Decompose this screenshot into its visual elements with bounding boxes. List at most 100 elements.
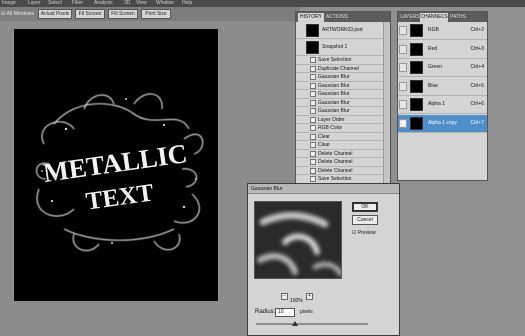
history-state[interactable]: RGB Color bbox=[296, 124, 383, 133]
channel-shortcut: Ctrl+7 bbox=[470, 119, 484, 126]
history-tabs: HISTORY ACTIONS bbox=[296, 12, 390, 22]
all-windows-label: All Windows bbox=[6, 11, 34, 17]
channel-name: Green bbox=[428, 64, 442, 70]
channel-thumbnail bbox=[410, 116, 423, 130]
eye-icon[interactable] bbox=[399, 26, 407, 35]
channel-shortcut: Ctrl+6 bbox=[470, 101, 484, 107]
channel-row[interactable]: Green Ctrl+4 bbox=[398, 59, 487, 77]
zoom-level: 100% bbox=[290, 298, 303, 304]
tab-layers[interactable]: LAYERS bbox=[400, 13, 420, 22]
menu-help[interactable]: Help bbox=[182, 0, 192, 7]
snapshot-label: Snapshot 1 bbox=[322, 44, 348, 50]
channel-row[interactable]: Alpha 1 Ctrl+6 bbox=[398, 96, 487, 114]
snapshot-thumbnail bbox=[306, 41, 319, 54]
eye-icon[interactable]: 👁 bbox=[399, 118, 407, 128]
eye-icon[interactable] bbox=[399, 63, 407, 72]
channel-name: Red bbox=[428, 45, 438, 52]
channels-panel: LAYERS CHANNELS PATHS RGB Ctrl+2 Red Ctrl+3… bbox=[397, 11, 488, 181]
preview-image bbox=[255, 202, 341, 278]
dialog-title: Gaussian Blur bbox=[248, 184, 399, 194]
eye-icon[interactable] bbox=[399, 81, 407, 91]
menu-analysis[interactable]: Analysis bbox=[94, 0, 113, 7]
menu-view[interactable]: View bbox=[136, 0, 147, 7]
menu-3d[interactable]: 3D bbox=[124, 0, 130, 7]
history-state-icon bbox=[310, 57, 316, 63]
actual-pixels-button[interactable]: Actual Pixels bbox=[38, 9, 72, 19]
history-state[interactable]: Delete Channel bbox=[296, 167, 383, 175]
history-state-icon bbox=[310, 125, 316, 131]
blur-preview[interactable] bbox=[254, 201, 342, 279]
menu-bar: Image Layer Select Filter Analysis 3D Vi… bbox=[0, 0, 525, 7]
eye-icon[interactable] bbox=[399, 44, 407, 54]
history-snapshot[interactable]: ARTWORK03.psd bbox=[296, 22, 383, 39]
history-state-icon bbox=[310, 176, 316, 182]
tab-actions[interactable]: ACTIONS bbox=[324, 13, 350, 22]
history-state-icon bbox=[310, 108, 316, 114]
menu-layer[interactable]: Layer bbox=[28, 0, 41, 7]
cancel-button[interactable]: Cancel bbox=[352, 215, 378, 225]
history-state-label: Gaussian Blur bbox=[318, 74, 350, 80]
radius-label: Radius: bbox=[255, 309, 276, 315]
history-list: ARTWORK03.psd Snapshot 1 Save Selection Dup… bbox=[296, 22, 383, 192]
radius-slider-knob[interactable] bbox=[292, 321, 298, 326]
history-state-icon bbox=[310, 91, 316, 97]
history-snapshot[interactable]: Snapshot 1 bbox=[296, 39, 383, 56]
history-state-label: Gaussian Blur bbox=[318, 91, 350, 97]
channel-name: RGB bbox=[428, 27, 439, 33]
history-state[interactable]: Gaussian Blur bbox=[296, 82, 383, 90]
history-state[interactable]: Save Selection bbox=[296, 56, 383, 65]
history-state[interactable]: Gaussian Blur bbox=[296, 90, 383, 99]
zoom-out-button[interactable]: − bbox=[281, 293, 288, 300]
channel-list: RGB Ctrl+2 Red Ctrl+3 Green Ctrl+4 Blue Ctrl+5 A… bbox=[398, 22, 487, 180]
zoom-in-button[interactable]: + bbox=[306, 293, 313, 300]
channel-shortcut: Ctrl+3 bbox=[470, 45, 484, 52]
history-state-label: Gaussian Blur bbox=[318, 108, 350, 114]
history-state[interactable]: Layer Order bbox=[296, 116, 383, 124]
fill-screen-button[interactable]: Fill Screen bbox=[108, 9, 138, 19]
history-state[interactable]: Delete Channel bbox=[296, 158, 383, 167]
radius-input[interactable]: 10 bbox=[275, 308, 295, 317]
eye-icon[interactable] bbox=[399, 100, 407, 109]
tab-history[interactable]: HISTORY bbox=[298, 13, 324, 22]
tab-paths[interactable]: PATHS bbox=[448, 13, 468, 22]
channel-thumbnail bbox=[410, 79, 423, 93]
history-scrollbar[interactable] bbox=[383, 22, 390, 185]
channels-tabs: LAYERS CHANNELS PATHS bbox=[398, 12, 487, 22]
menu-window[interactable]: Window bbox=[156, 0, 174, 7]
radius-slider-track[interactable] bbox=[256, 323, 368, 325]
tab-channels[interactable]: CHANNELS bbox=[420, 13, 448, 22]
preview-checkbox[interactable]: ☑ Preview bbox=[352, 230, 376, 237]
ok-button[interactable]: OK bbox=[352, 202, 378, 212]
document-canvas[interactable]: METALLIC TEXT bbox=[14, 29, 218, 301]
channel-name: Alpha 1 bbox=[428, 101, 445, 107]
snapshot-label: ARTWORK03.psd bbox=[322, 27, 363, 33]
history-state[interactable]: Clear bbox=[296, 141, 383, 150]
history-state[interactable]: Clear bbox=[296, 133, 383, 141]
menu-select[interactable]: Select bbox=[48, 0, 62, 7]
history-state-icon bbox=[310, 99, 316, 106]
all-windows-checkbox[interactable]: ☑ All Windows bbox=[1, 11, 34, 17]
channel-shortcut: Ctrl+2 bbox=[470, 27, 484, 33]
menu-filter[interactable]: Filter bbox=[72, 0, 83, 7]
history-state-label: Layer Order bbox=[318, 116, 345, 123]
history-state-icon bbox=[310, 159, 316, 165]
channel-row[interactable]: RGB Ctrl+2 bbox=[398, 22, 487, 40]
history-state[interactable]: Duplicate Channel bbox=[296, 65, 383, 73]
channel-row[interactable]: Red Ctrl+3 bbox=[398, 41, 487, 59]
history-state[interactable]: Gaussian Blur bbox=[296, 107, 383, 116]
history-panel: HISTORY ACTIONS ARTWORK03.psd Snapshot 1 S… bbox=[295, 11, 391, 192]
history-state[interactable]: Gaussian Blur bbox=[296, 99, 383, 107]
artwork-line-metallic: METALLIC bbox=[41, 138, 189, 188]
print-size-button[interactable]: Print Size bbox=[141, 9, 171, 19]
history-state-label: Delete Channel bbox=[318, 159, 353, 165]
history-state[interactable]: Gaussian Blur bbox=[296, 73, 383, 82]
channel-row[interactable]: Blue Ctrl+5 bbox=[398, 78, 487, 96]
history-state-icon bbox=[310, 150, 316, 157]
history-state[interactable]: Delete Channel bbox=[296, 150, 383, 158]
options-bar: ☑ All Windows Actual Pixels Fit Screen F… bbox=[0, 7, 300, 21]
channel-row[interactable]: 👁 Alpha 1 copy Ctrl+7 bbox=[398, 114, 487, 133]
fit-screen-button[interactable]: Fit Screen bbox=[75, 9, 105, 19]
menu-image[interactable]: Image bbox=[2, 0, 16, 7]
channel-thumbnail bbox=[410, 42, 423, 56]
metallic-text-artwork: METALLIC TEXT bbox=[36, 93, 204, 252]
